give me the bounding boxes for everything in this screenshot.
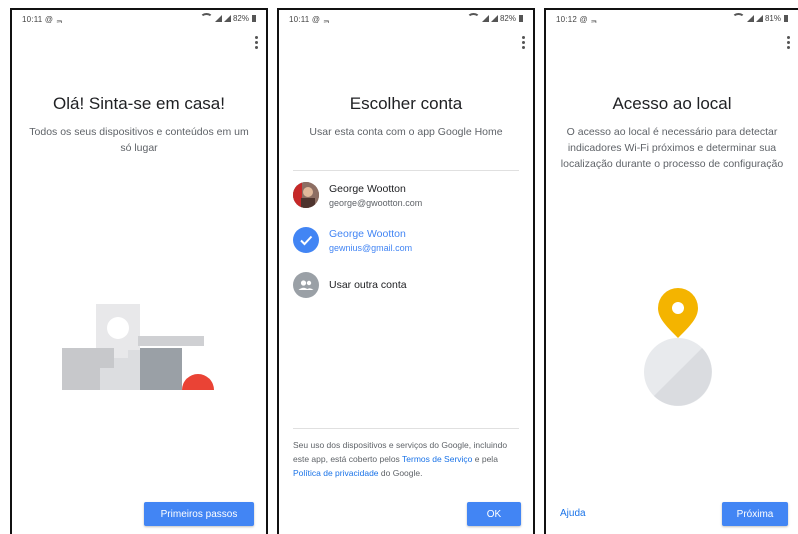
account-email: george@gwootton.com	[329, 198, 423, 208]
screen-welcome: 10:11 @ ᆿ 82% Olá! Sinta-se em casa! Tod…	[10, 8, 268, 534]
wifi-icon	[466, 13, 480, 23]
account-name: George Wootton	[329, 228, 406, 240]
help-link[interactable]: Ajuda	[560, 508, 586, 519]
battery-percent: 82%	[232, 13, 249, 23]
page-subtitle: Usar esta conta com o app Google Home	[309, 126, 503, 138]
wifi-icon	[731, 13, 745, 23]
signal-icon	[755, 14, 763, 22]
signal-icon	[223, 14, 231, 22]
account-item[interactable]: George Wootton george@gwootton.com	[293, 180, 519, 216]
battery-percent: 82%	[499, 13, 516, 23]
status-time: 10:12 @ ᆿ	[556, 15, 598, 24]
home-illustration	[62, 304, 214, 390]
page-title: Acesso ao local	[612, 94, 732, 113]
use-other-account-item[interactable]: Usar outra conta	[293, 270, 519, 306]
signal-icon	[490, 14, 498, 22]
battery-percent: 81%	[764, 13, 781, 23]
primeiros-passos-button[interactable]: Primeiros passos	[144, 502, 254, 526]
divider	[293, 428, 519, 429]
page-title: Escolher conta	[349, 94, 463, 113]
terms-link[interactable]: Termos de Serviço	[402, 454, 472, 464]
status-time: 10:11 @ ᆿ	[289, 15, 331, 24]
account-name: George Wootton	[329, 183, 406, 195]
divider	[293, 170, 519, 171]
account-email: gewnius@gmail.com	[329, 243, 413, 253]
signal-icon	[214, 14, 222, 22]
location-illustration	[644, 288, 712, 406]
status-bar: 10:12 @ ᆿ 81%	[546, 10, 798, 28]
more-vert-icon[interactable]	[254, 36, 258, 49]
ok-button[interactable]: OK	[467, 502, 521, 526]
privacy-link[interactable]: Política de privacidade	[293, 468, 379, 478]
status-bar: 10:11 @ ᆿ 82%	[279, 10, 533, 28]
screen-location-access: 10:12 @ ᆿ 81% Acesso ao local O acesso a…	[544, 8, 798, 534]
next-button[interactable]: Próxima	[722, 502, 788, 526]
legal-notice: Seu uso dos dispositivos e serviços do G…	[293, 440, 508, 478]
screen-choose-account: 10:11 @ ᆿ 82% Escolher conta Usar esta c…	[277, 8, 535, 534]
status-bar: 10:11 @ ᆿ 82%	[12, 10, 266, 28]
wifi-icon	[199, 13, 213, 23]
more-vert-icon[interactable]	[786, 36, 790, 49]
check-icon	[293, 227, 319, 253]
battery-icon	[784, 14, 788, 22]
more-vert-icon[interactable]	[521, 36, 525, 49]
account-item-selected[interactable]: George Wootton gewnius@gmail.com	[293, 225, 519, 261]
page-title: Olá! Sinta-se em casa!	[53, 94, 225, 113]
battery-icon	[519, 14, 523, 22]
avatar	[293, 182, 319, 208]
add-account-icon	[293, 272, 319, 298]
battery-icon	[252, 14, 256, 22]
use-other-account-label: Usar outra conta	[329, 279, 407, 291]
page-subtitle: Todos os seus dispositivos e conteúdos e…	[29, 126, 249, 154]
signal-icon	[481, 14, 489, 22]
status-time: 10:11 @ ᆿ	[22, 15, 64, 24]
page-subtitle: O acesso ao local é necessário para dete…	[560, 126, 784, 170]
signal-icon	[746, 14, 754, 22]
